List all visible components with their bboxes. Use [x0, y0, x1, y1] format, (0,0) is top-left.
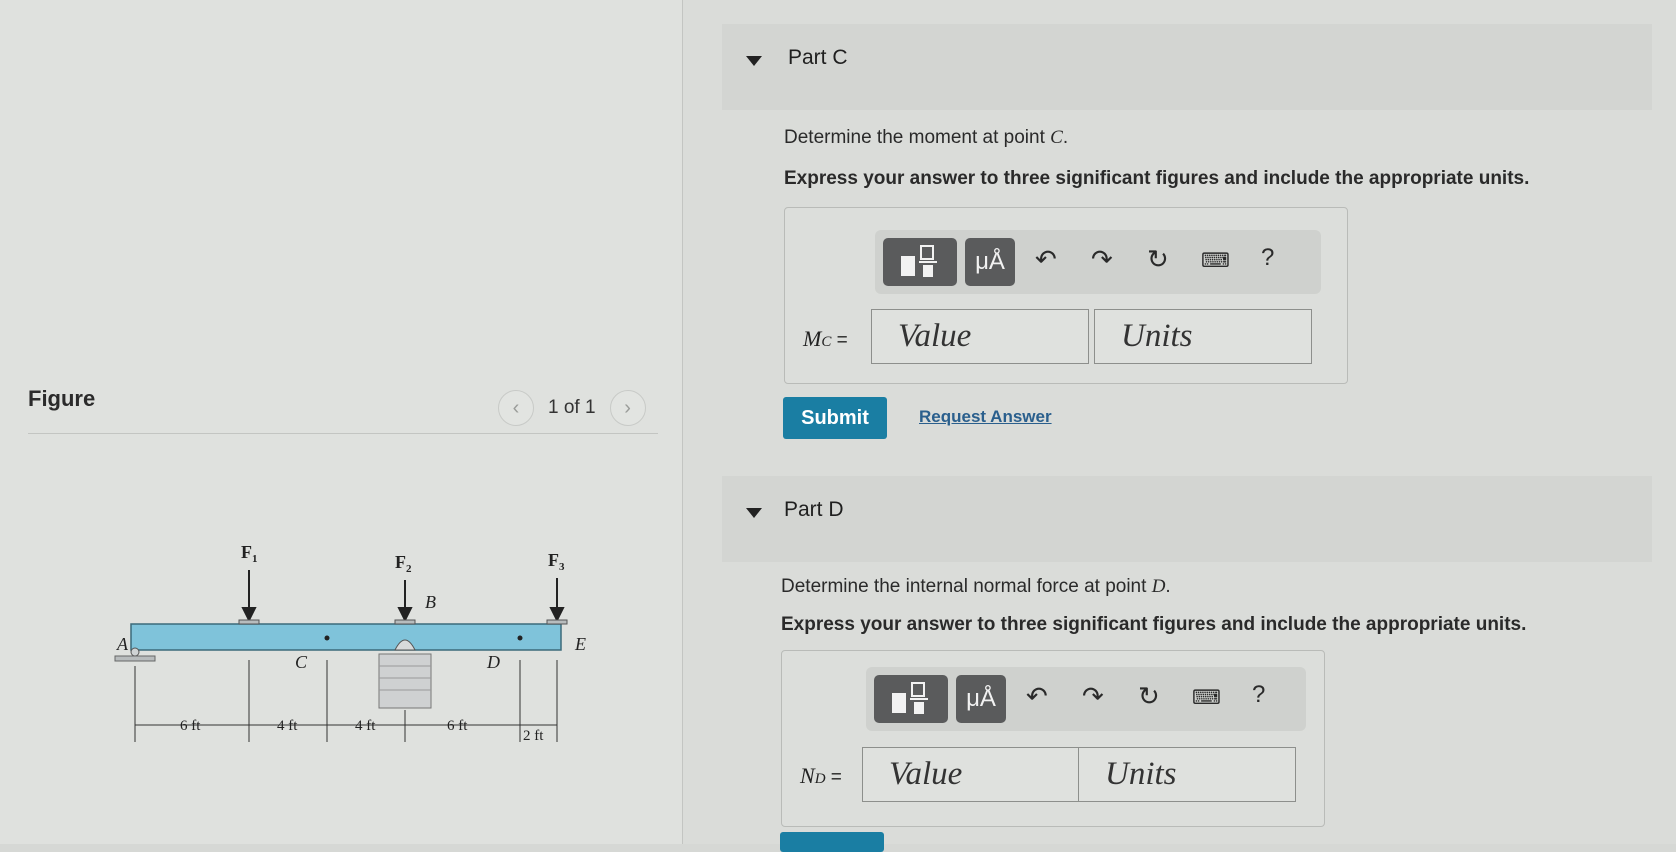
part-c-title: Part C — [788, 46, 848, 69]
beam — [130, 623, 562, 651]
math-toolbar: μÅ ↶ ↷ ↻ ⌨ ? — [875, 230, 1321, 294]
part-c-instruction: Express your answer to three significant… — [784, 168, 1530, 189]
label-c: C — [295, 652, 308, 672]
force-arrow-f3 — [546, 578, 568, 625]
force-arrow-f1 — [238, 570, 260, 625]
help-icon[interactable]: ? — [1252, 681, 1265, 709]
template-button[interactable] — [883, 238, 957, 286]
label-d: D — [486, 652, 500, 672]
nd-units-input[interactable]: Units — [1078, 747, 1296, 802]
pager-text: 1 of 1 — [548, 397, 596, 418]
collapse-caret-icon[interactable] — [746, 56, 762, 66]
figure-panel: Figure ‹ 1 of 1 › F1 F2 F3 A B C D E 6 f… — [0, 0, 683, 844]
keyboard-icon[interactable]: ⌨ — [1192, 685, 1221, 710]
chevron-right-icon: › — [624, 396, 631, 419]
figure-heading: Figure — [28, 386, 96, 411]
mc-units-input[interactable]: Units — [1094, 309, 1312, 364]
fraction-template-icon — [901, 245, 937, 277]
part-d-question: Determine the internal normal force at p… — [781, 576, 1171, 597]
collapse-caret-icon[interactable] — [746, 508, 762, 518]
part-d-title: Part D — [784, 498, 844, 521]
dim-6ft-a: 6 ft — [180, 718, 201, 734]
redo-icon[interactable]: ↷ — [1091, 244, 1113, 275]
keyboard-icon[interactable]: ⌨ — [1201, 248, 1230, 273]
nd-label: ND = — [800, 763, 842, 788]
redo-icon[interactable]: ↷ — [1082, 681, 1104, 712]
units-button[interactable]: μÅ — [956, 675, 1006, 723]
mc-value-input[interactable]: Value — [871, 309, 1089, 364]
label-f2: F2 — [395, 552, 412, 575]
nd-value-input[interactable]: Value — [862, 747, 1080, 802]
next-figure-button[interactable]: › — [609, 390, 646, 426]
part-d-answer-box: μÅ ↶ ↷ ↻ ⌨ ? ND = Value Units — [781, 650, 1325, 827]
undo-icon[interactable]: ↶ — [1026, 681, 1048, 712]
help-icon[interactable]: ? — [1261, 244, 1274, 272]
request-answer-link[interactable]: Request Answer — [919, 407, 1052, 427]
figure-divider — [28, 433, 658, 434]
part-c-question: Determine the moment at point C. — [784, 127, 1069, 148]
label-f3: F3 — [548, 550, 565, 573]
math-toolbar: μÅ ↶ ↷ ↻ ⌨ ? — [866, 667, 1306, 731]
submit-button[interactable]: Submit — [783, 397, 887, 439]
part-d-header[interactable]: Part D — [722, 476, 1652, 562]
part-c-header[interactable]: Part C — [722, 24, 1652, 110]
dim-2ft: 2 ft — [523, 728, 544, 744]
label-f1: F1 — [241, 542, 258, 565]
label-b: B — [425, 592, 436, 612]
prev-figure-button[interactable]: ‹ — [498, 390, 534, 426]
reset-icon[interactable]: ↻ — [1147, 244, 1169, 275]
template-button[interactable] — [874, 675, 948, 723]
chevron-left-icon: ‹ — [512, 396, 520, 419]
reset-icon[interactable]: ↻ — [1138, 681, 1160, 712]
label-e: E — [574, 634, 586, 654]
dim-6ft-b: 6 ft — [447, 718, 468, 734]
mc-label: MC = — [803, 326, 848, 351]
fraction-template-icon — [892, 682, 928, 714]
dim-4ft-a: 4 ft — [277, 718, 298, 734]
units-button[interactable]: μÅ — [965, 238, 1015, 286]
label-a: A — [116, 634, 129, 654]
part-d-submit-button[interactable] — [780, 832, 884, 852]
beam-diagram: F1 F2 F3 A B C D E 6 ft 4 ft 4 ft 6 ft 2… — [114, 542, 586, 744]
undo-icon[interactable]: ↶ — [1035, 244, 1057, 275]
part-d-instruction: Express your answer to three significant… — [781, 614, 1527, 635]
figure-pager: ‹ 1 of 1 › — [498, 390, 646, 426]
dim-4ft-b: 4 ft — [355, 718, 376, 734]
part-c-answer-box: μÅ ↶ ↷ ↻ ⌨ ? MC = Value Units — [784, 207, 1348, 384]
force-arrow-f2 — [394, 580, 416, 625]
